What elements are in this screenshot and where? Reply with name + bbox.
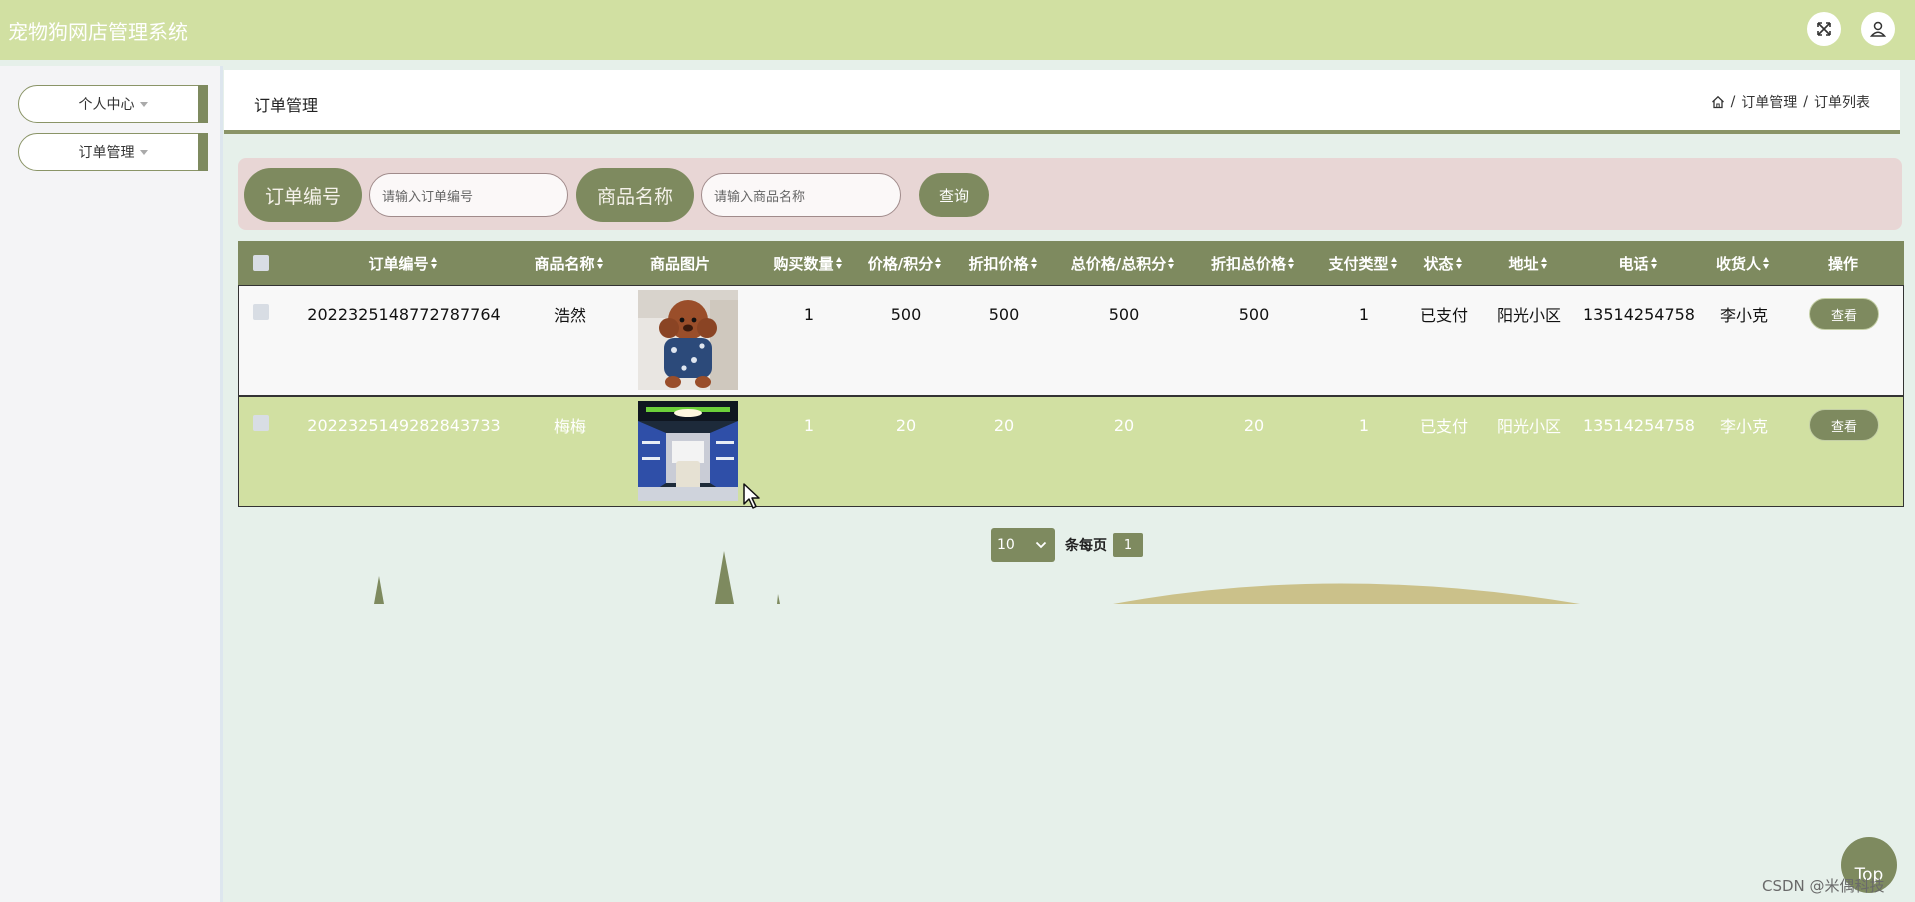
sidebar-item-orders[interactable]: 订单管理 bbox=[18, 133, 208, 171]
pay-type-cell: 1 bbox=[1358, 304, 1370, 324]
column-header[interactable]: 商品名称 bbox=[508, 241, 630, 285]
product-name-cell: 浩然 bbox=[553, 306, 586, 325]
order-number-input[interactable]: 请输入订单编号 bbox=[369, 173, 568, 217]
sidebar: 个人中心 订单管理 bbox=[0, 66, 223, 902]
breadcrumb-item-order-list: 订单列表 bbox=[1814, 95, 1870, 111]
quantity-cell: 1 bbox=[803, 304, 815, 324]
sort-icon[interactable] bbox=[596, 257, 604, 269]
column-header[interactable]: 总价格/总积分 bbox=[1053, 241, 1193, 285]
top-bar: 宠物狗网店管理系统 bbox=[0, 0, 1915, 60]
receiver-cell: 李小克 bbox=[1719, 417, 1768, 436]
caret-down-icon bbox=[139, 149, 148, 155]
view-button[interactable]: 查看 bbox=[1809, 409, 1879, 441]
page-title: 订单管理 bbox=[254, 96, 319, 115]
query-button[interactable]: 查询 bbox=[919, 173, 989, 217]
discount-total-cell: 500 bbox=[1238, 304, 1270, 324]
column-header[interactable]: 电话 bbox=[1578, 241, 1698, 285]
breadcrumb-separator: / bbox=[1730, 94, 1736, 110]
total-price-cell: 20 bbox=[1113, 415, 1135, 435]
home-icon[interactable] bbox=[1711, 95, 1725, 109]
sort-icon[interactable] bbox=[835, 257, 843, 269]
product-name-input[interactable]: 请输入商品名称 bbox=[701, 173, 901, 217]
breadcrumb-separator: / bbox=[1803, 94, 1808, 110]
quantity-cell: 1 bbox=[803, 415, 815, 435]
product-name-label: 商品名称 bbox=[576, 168, 694, 222]
app-title: 宠物狗网店管理系统 bbox=[8, 20, 188, 44]
price-cell: 20 bbox=[895, 415, 917, 435]
search-bar: 订单编号 请输入订单编号 商品名称 请输入商品名称 查询 bbox=[238, 158, 1902, 230]
fullscreen-button[interactable] bbox=[1807, 12, 1841, 46]
column-header[interactable]: 购买数量 bbox=[758, 241, 858, 285]
row-checkbox[interactable] bbox=[253, 304, 269, 320]
sidebar-item-label: 订单管理 bbox=[78, 145, 135, 161]
sort-icon[interactable] bbox=[1168, 257, 1175, 269]
status-cell: 已支付 bbox=[1419, 417, 1468, 436]
sort-icon[interactable] bbox=[1650, 257, 1658, 269]
column-header[interactable]: 折扣总价格 bbox=[1193, 241, 1313, 285]
product-image-dog[interactable] bbox=[638, 290, 738, 390]
user-button[interactable] bbox=[1861, 12, 1895, 46]
price-cell: 500 bbox=[890, 304, 922, 324]
phone-cell: 13514254758 bbox=[1583, 415, 1695, 435]
sort-icon[interactable] bbox=[1540, 257, 1548, 269]
decorative-landscape-image bbox=[374, 551, 1580, 604]
sort-icon[interactable] bbox=[1763, 257, 1770, 269]
column-header[interactable]: 收货人 bbox=[1698, 241, 1788, 285]
order-number-label: 订单编号 bbox=[244, 168, 362, 222]
address-cell: 阳光小区 bbox=[1496, 417, 1561, 436]
column-header[interactable]: 支付类型 bbox=[1313, 241, 1413, 285]
caret-down-icon bbox=[139, 101, 148, 107]
breadcrumb-item-orders[interactable]: 订单管理 bbox=[1741, 92, 1797, 112]
sidebar-item-profile[interactable]: 个人中心 bbox=[18, 85, 208, 123]
column-header[interactable]: 地址 bbox=[1478, 241, 1578, 285]
product-image-store[interactable] bbox=[638, 401, 738, 501]
order-number-cell: 2022325148772787764 bbox=[307, 304, 501, 324]
sort-icon[interactable] bbox=[1455, 257, 1463, 269]
mouse-cursor-icon bbox=[743, 483, 760, 509]
sidebar-item-label: 个人中心 bbox=[78, 97, 135, 113]
page-header: 订单管理 / 订单管理 / 订单列表 bbox=[224, 70, 1900, 134]
poodle-photo-image bbox=[638, 290, 738, 390]
pay-type-cell: 1 bbox=[1358, 415, 1370, 435]
status-cell: 已支付 bbox=[1419, 306, 1468, 325]
total-price-cell: 500 bbox=[1108, 304, 1140, 324]
order-number-cell: 2022325149282843733 bbox=[307, 415, 501, 435]
address-cell: 阳光小区 bbox=[1496, 306, 1561, 325]
table-row[interactable]: 2022325149282843733 梅梅 1 20 20 20 20 1 已… bbox=[238, 396, 1904, 507]
sort-icon[interactable] bbox=[430, 257, 438, 269]
column-header[interactable]: 订单编号 bbox=[298, 241, 508, 285]
discount-total-cell: 20 bbox=[1243, 415, 1265, 435]
select-all-checkbox[interactable] bbox=[253, 255, 269, 271]
column-header[interactable]: 状态 bbox=[1408, 241, 1478, 285]
sort-icon[interactable] bbox=[1288, 257, 1295, 269]
phone-cell: 13514254758 bbox=[1583, 304, 1695, 324]
column-header: 商品图片 bbox=[649, 254, 710, 273]
discount-price-cell: 20 bbox=[993, 415, 1015, 435]
receiver-cell: 李小克 bbox=[1719, 306, 1768, 325]
user-icon bbox=[1869, 21, 1887, 37]
column-header[interactable]: 价格/积分 bbox=[855, 241, 955, 285]
breadcrumb: / 订单管理 / 订单列表 bbox=[1711, 92, 1870, 112]
sort-icon[interactable] bbox=[1390, 257, 1398, 269]
product-name-cell: 梅梅 bbox=[553, 417, 586, 436]
table-header: 订单编号 商品名称 商品图片 购买数量 价格/积分 折扣价格 总价格/总积分 折… bbox=[238, 241, 1904, 285]
sort-icon[interactable] bbox=[935, 257, 942, 269]
sort-icon[interactable] bbox=[1030, 257, 1038, 269]
view-button[interactable]: 查看 bbox=[1809, 298, 1879, 330]
watermark-text: CSDN @米偶科技 bbox=[1762, 877, 1885, 895]
discount-price-cell: 500 bbox=[988, 304, 1020, 324]
expand-icon bbox=[1817, 22, 1831, 36]
column-header[interactable]: 折扣价格 bbox=[953, 241, 1053, 285]
table-row[interactable]: 2022325148772787764 浩然 1 500 500 500 500… bbox=[238, 285, 1904, 396]
row-checkbox[interactable] bbox=[253, 415, 269, 431]
column-header: 操作 bbox=[1827, 254, 1858, 273]
pet-store-photo-image bbox=[638, 401, 738, 501]
